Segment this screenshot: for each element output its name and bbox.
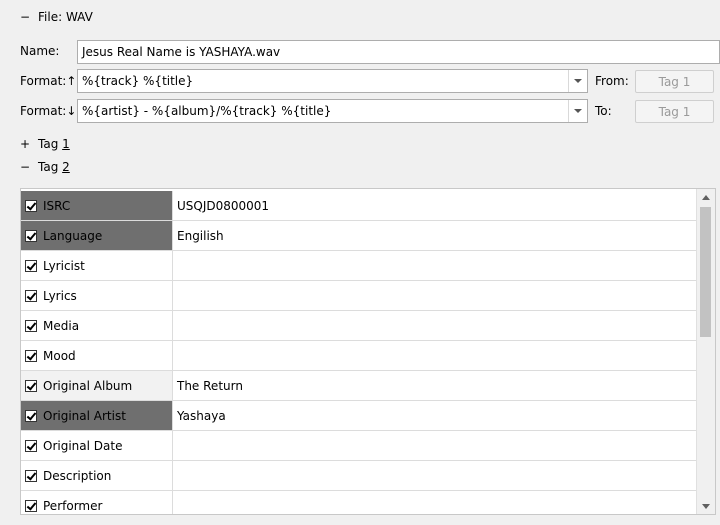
to-tag-button[interactable]: Tag 1 <box>635 100 714 123</box>
frame-name: Description <box>43 468 112 483</box>
table-row[interactable]: ISRC USQJD0800001 <box>21 191 698 221</box>
dropdown-arrow-icon[interactable] <box>568 70 587 92</box>
table-row[interactable]: Lyrics <box>21 281 698 311</box>
table-row[interactable]: Performer <box>21 491 698 514</box>
to-label: To: <box>595 104 612 118</box>
frame-enabled-checkbox[interactable] <box>25 199 37 212</box>
frame-name-cell[interactable]: Original Artist <box>21 401 173 430</box>
expand-icon: + <box>20 137 31 151</box>
frame-name: Lyrics <box>43 288 77 303</box>
frame-name: Performer <box>43 498 103 513</box>
scroll-down-icon[interactable] <box>697 498 715 514</box>
frame-name-cell[interactable]: Original Album <box>21 371 173 400</box>
frame-name-cell[interactable]: Language <box>21 221 173 250</box>
frame-name-cell[interactable]: Media <box>21 311 173 340</box>
table-row[interactable]: Original Album The Return <box>21 371 698 401</box>
frame-value-cell[interactable] <box>173 251 698 280</box>
frame-value-cell[interactable] <box>173 431 698 460</box>
file-section-label: File: WAV <box>38 10 93 24</box>
frame-name: Mood <box>43 348 76 363</box>
frame-name: Original Artist <box>43 408 126 423</box>
frame-name: Lyricist <box>43 258 85 273</box>
frame-name: Original Date <box>43 438 123 453</box>
table-row[interactable]: Mood <box>21 341 698 371</box>
frame-enabled-checkbox[interactable] <box>25 409 37 422</box>
frame-value-cell[interactable]: Yashaya <box>173 401 698 430</box>
tag2-label: Tag 2 <box>38 160 70 174</box>
frame-name-cell[interactable]: Mood <box>21 341 173 370</box>
frame-name: ISRC <box>43 198 71 213</box>
name-label: Name: <box>20 44 60 58</box>
table-row[interactable]: Lyricist <box>21 251 698 281</box>
frame-name-cell[interactable]: Description <box>21 461 173 490</box>
frame-value-cell[interactable] <box>173 461 698 490</box>
frame-enabled-checkbox[interactable] <box>25 319 37 332</box>
format-from-filename-combo[interactable]: %{track} %{title} <box>77 69 588 93</box>
frame-value-cell[interactable]: The Return <box>173 371 698 400</box>
dropdown-arrow-icon[interactable] <box>568 100 587 122</box>
frame-name: Media <box>43 318 80 333</box>
tag2-section-toggle[interactable]: − Tag 2 <box>20 160 70 174</box>
format-to-filename-value: %{artist} - %{album}/%{track} %{title} <box>82 104 332 118</box>
from-label: From: <box>595 74 629 88</box>
frame-enabled-checkbox[interactable] <box>25 289 37 302</box>
frame-name-cell[interactable]: Lyricist <box>21 251 173 280</box>
table-row[interactable]: Media <box>21 311 698 341</box>
scrollbar-thumb[interactable] <box>700 207 711 337</box>
frame-value-cell[interactable] <box>173 341 698 370</box>
frame-name-cell[interactable]: Original Date <box>21 431 173 460</box>
frame-name: Original Album <box>43 378 133 393</box>
frame-enabled-checkbox[interactable] <box>25 439 37 452</box>
table-row[interactable]: Description <box>21 461 698 491</box>
frame-enabled-checkbox[interactable] <box>25 259 37 272</box>
tag1-section-toggle[interactable]: + Tag 1 <box>20 137 70 151</box>
frame-enabled-checkbox[interactable] <box>25 349 37 362</box>
collapse-icon: − <box>20 160 31 174</box>
frame-name-cell[interactable]: Performer <box>21 491 173 514</box>
vertical-scrollbar[interactable] <box>696 189 715 514</box>
table-row[interactable]: Language Engilish <box>21 221 698 251</box>
frame-value-cell[interactable] <box>173 311 698 340</box>
format-from-filename-value: %{track} %{title} <box>82 74 194 88</box>
table-row[interactable]: Original Artist Yashaya <box>21 401 698 431</box>
filename-input[interactable]: Jesus Real Name is YASHAYA.wav <box>77 40 720 64</box>
scroll-up-icon[interactable] <box>697 189 715 205</box>
frame-enabled-checkbox[interactable] <box>25 469 37 482</box>
format-up-label: Format:↑ <box>20 74 77 88</box>
tag1-label: Tag 1 <box>38 137 70 151</box>
format-down-label: Format:↓ <box>20 104 77 118</box>
frame-name: Language <box>43 228 103 243</box>
file-section-toggle[interactable]: − File: WAV <box>20 10 93 24</box>
frame-value-cell[interactable]: Engilish <box>173 221 698 250</box>
frame-enabled-checkbox[interactable] <box>25 499 37 512</box>
frame-enabled-checkbox[interactable] <box>25 229 37 242</box>
collapse-icon: − <box>20 10 31 24</box>
tag2-frames-table[interactable]: ISRC USQJD0800001 Language Engilish Lyricist… <box>20 188 716 515</box>
from-tag-button[interactable]: Tag 1 <box>635 70 714 93</box>
format-to-filename-combo[interactable]: %{artist} - %{album}/%{track} %{title} <box>77 99 588 123</box>
frame-name-cell[interactable]: ISRC <box>21 191 173 220</box>
table-row[interactable]: Original Date <box>21 431 698 461</box>
frame-name-cell[interactable]: Lyrics <box>21 281 173 310</box>
frame-enabled-checkbox[interactable] <box>25 379 37 392</box>
frame-value-cell[interactable]: USQJD0800001 <box>173 191 698 220</box>
frame-value-cell[interactable] <box>173 281 698 310</box>
frame-value-cell[interactable] <box>173 491 698 514</box>
